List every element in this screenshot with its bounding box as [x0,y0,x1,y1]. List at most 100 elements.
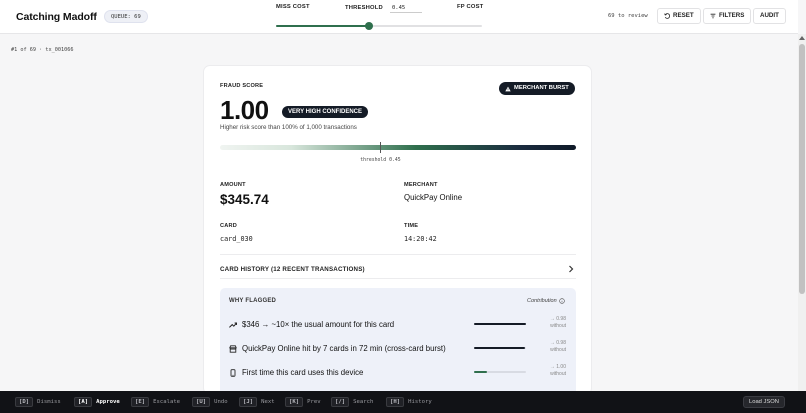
contribution-bar-fill [474,323,526,325]
shortcut-key: [U] [192,397,211,407]
warning-icon [505,86,511,91]
merchant-label: MERCHANT [404,182,438,188]
vertical-scrollbar[interactable] [798,34,806,391]
threshold-marker [380,142,382,153]
contribution-bar [474,347,526,349]
threshold-value-input[interactable]: 0.45 [392,5,405,11]
merchant-value: QuickPay Online [404,193,463,202]
contribution-bar [474,371,526,373]
shortcut-dismiss[interactable]: [D] Dismiss [15,397,61,407]
shortcut-key: [/] [331,397,350,407]
delta-without: without [550,347,566,353]
scroll-thumb[interactable] [799,44,805,294]
filters-button[interactable]: FILTERS [703,8,752,24]
contribution-delta: → 0.98 without [534,340,566,354]
top-header: Catching Madoff QUEUE: 69 MISS COST THRE… [0,0,798,34]
reason-item: First time this card uses this device [229,368,363,377]
shortcut-label: History [408,399,432,405]
percentile-subtext: Higher risk score than 100% of 1,000 tra… [220,124,357,131]
store-icon [229,344,237,353]
delta-without: without [550,323,566,329]
audit-label: AUDIT [760,12,779,19]
shortcut-key: [J] [239,397,258,407]
miss-cost-label: MISS COST [276,4,310,10]
threshold-input-underline [390,12,422,13]
confidence-badge: VERY HIGH CONFIDENCE [282,106,369,118]
card-label: CARD [220,223,237,229]
reset-icon [664,13,670,19]
shortcut-label: Escalate [153,399,181,405]
shortcut-key: [D] [15,397,34,407]
shortcut-label: Dismiss [37,399,61,405]
shortcut-label: Undo [214,399,228,405]
reason-item: $346 → ~10× the usual amount for this ca… [229,320,394,329]
reason-item: QuickPay Online hit by 7 cards in 72 min… [229,344,446,353]
merchant-burst-label: MERCHANT BURST [514,85,569,91]
load-json-button[interactable]: Load JSON [743,396,785,408]
keyboard-shortcut-bar: [D] Dismiss [A] Approve [E] Escalate [U] Und… [0,391,806,413]
divider [220,254,576,255]
breadcrumb: #1 of 69 · tx_001066 [11,47,74,53]
shortcut-escalate[interactable]: [E] Escalate [131,397,180,407]
delta-without: without [550,371,566,377]
card-history-toggle[interactable]: CARD HISTORY (12 RECENT TRANSACTIONS) [220,266,365,273]
shortcut-key: [K] [285,397,304,407]
contribution-bar [474,323,526,325]
contribution-bar-fill [474,371,487,373]
delta-value: → 1.00 [549,364,566,370]
chevron-right-icon[interactable] [568,265,574,273]
contribution-delta: → 1.00 without [534,364,566,378]
threshold-slider[interactable] [276,22,482,30]
audit-button[interactable]: AUDIT [753,8,786,24]
shortcut-approve[interactable]: [A] Approve [74,397,120,407]
queue-badge: QUEUE: 69 [104,10,148,23]
contribution-delta: → 0.98 without [534,316,566,330]
app-title: Catching Madoff [16,11,97,23]
threshold-caption: threshold 0.45 [360,158,401,163]
shortcut-key: [E] [131,397,150,407]
threshold-slider-fill [276,25,369,27]
contribution-bar-fill [474,347,525,349]
shortcut-key: [H] [386,397,405,407]
time-label: TIME [404,223,419,229]
info-icon[interactable] [558,298,565,304]
reason-text: QuickPay Online hit by 7 cards in 72 min… [242,344,446,353]
shortcut-history[interactable]: [H] History [386,397,432,407]
phone-icon [230,368,236,377]
shortcut-search[interactable]: [/] Search [331,397,373,407]
shortcut-prev[interactable]: [K] Prev [285,397,321,407]
filters-label: FILTERS [719,12,745,19]
trend-up-icon [229,322,237,328]
fraud-score-value: 1.00 [220,95,269,125]
why-flagged-title: WHY FLAGGED [229,298,277,304]
shortcut-label: Search [353,399,374,405]
reset-label: RESET [673,12,694,19]
divider [220,278,576,279]
threshold-label: THRESHOLD [345,5,383,11]
transaction-card: FRAUD SCORE 1.00 VERY HIGH CONFIDENCE ME… [203,65,592,395]
shortcut-label: Approve [96,399,120,405]
shortcut-label: Next [261,399,275,405]
filter-icon [710,13,716,19]
score-gradient-bar [220,145,576,150]
threshold-slider-thumb[interactable] [364,22,373,30]
reset-button[interactable]: RESET [657,8,701,24]
fp-cost-label: FP COST [457,4,484,10]
merchant-burst-badge: MERCHANT BURST [499,82,575,95]
amount-value: $345.74 [220,192,269,207]
shortcut-label: Prev [307,399,321,405]
to-review-count: 69 to review [608,13,648,19]
amount-label: AMOUNT [220,182,246,188]
delta-value: → 0.98 [549,316,566,322]
reason-text: $346 → ~10× the usual amount for this ca… [242,320,395,329]
fraud-score-label: FRAUD SCORE [220,83,264,89]
contribution-label: Contribution [527,298,557,304]
scroll-up-icon[interactable] [799,36,805,40]
card-id-value: card_030 [220,235,253,243]
shortcut-next[interactable]: [J] Next [239,397,275,407]
delta-value: → 0.98 [549,340,566,346]
why-flagged-panel: WHY FLAGGED Contribution $346 → ~10× the… [220,288,576,394]
shortcut-undo[interactable]: [U] Undo [192,397,228,407]
contribution-header: Contribution [527,298,565,304]
shortcut-key: [A] [74,397,93,407]
